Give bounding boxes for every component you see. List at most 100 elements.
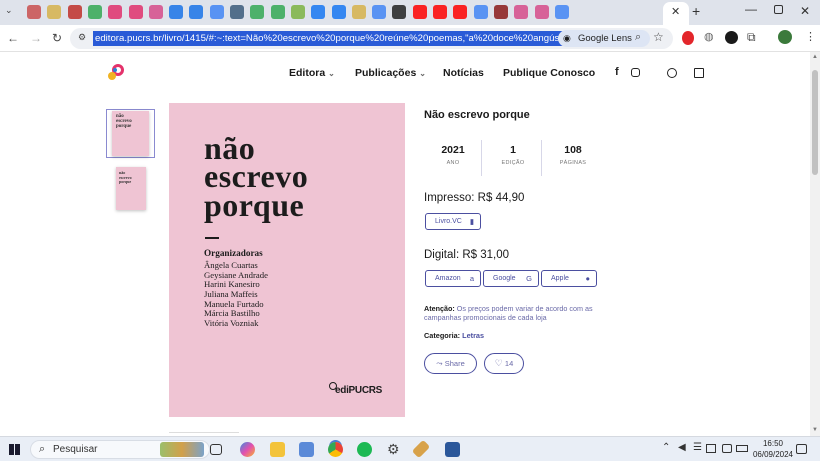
notification-icon[interactable] <box>796 444 807 454</box>
thumbnail-back[interactable]: não escrevo porque <box>116 167 146 210</box>
like-count: 14 <box>504 359 514 368</box>
settings-gear-icon[interactable]: ⚙ <box>387 442 402 457</box>
spotify-icon[interactable] <box>357 442 372 457</box>
thumbnail-front[interactable]: não escrevo porque <box>112 111 149 156</box>
tab-favicon[interactable] <box>250 5 265 19</box>
tab-favicon[interactable] <box>473 5 488 19</box>
file-explorer-icon[interactable] <box>270 442 285 457</box>
tab-favicon[interactable] <box>311 5 326 19</box>
app-icon[interactable] <box>299 442 314 457</box>
back-icon[interactable]: ← <box>7 31 19 45</box>
scroll-up-arrow[interactable]: ▲ <box>812 54 818 60</box>
store-apple-button[interactable]: Apple ● <box>541 270 597 287</box>
tab-favicon[interactable] <box>230 5 244 19</box>
scrollbar-thumb[interactable] <box>812 70 818 175</box>
word-icon[interactable] <box>445 442 460 457</box>
extension-globe-icon[interactable]: ◍ <box>704 30 714 43</box>
tab-favicon[interactable] <box>453 5 468 19</box>
taskbar-date[interactable]: 06/09/2024 <box>752 450 794 459</box>
stat-year-value: 2021 <box>441 144 465 156</box>
category-link[interactable]: Letras <box>462 331 484 340</box>
profile-avatar[interactable] <box>778 30 792 44</box>
forward-icon[interactable]: → <box>30 31 42 45</box>
tab-favicon[interactable] <box>290 5 305 19</box>
tab-favicon[interactable] <box>108 5 123 19</box>
tab-favicon[interactable] <box>372 5 387 19</box>
store-google-button[interactable]: Google G <box>483 270 539 287</box>
windows-start-icon[interactable] <box>9 444 20 455</box>
tab-favicon[interactable] <box>351 5 366 19</box>
cart-icon[interactable] <box>694 68 704 78</box>
tab-favicon[interactable] <box>87 5 102 19</box>
tab-favicon[interactable] <box>392 5 407 19</box>
chrome-icon[interactable] <box>328 442 343 457</box>
tab-favicon[interactable] <box>209 5 224 19</box>
taskbar-time[interactable]: 16:50 <box>758 439 788 448</box>
tab-favicon[interactable] <box>47 5 62 19</box>
google-icon: G <box>526 274 532 283</box>
volume-icon[interactable]: ◀ <box>678 442 686 453</box>
tab-favicon[interactable] <box>493 5 508 19</box>
web-page: Editora ⌄ Publicações ⌄ Notícias Publiqu… <box>0 52 810 436</box>
scroll-down-arrow[interactable]: ▼ <box>812 427 818 433</box>
window-close-icon[interactable]: ✕ <box>800 4 810 18</box>
tab-favicon[interactable] <box>189 5 204 19</box>
nav-publique-conosco[interactable]: Publique Conosco <box>503 67 595 79</box>
windows-taskbar: ⌕ Pesquisar ⚙ ⌃ ◀ ☰ 16:50 06/09/2024 <box>0 436 820 461</box>
reload-icon[interactable]: ↻ <box>52 31 62 45</box>
tab-favicon[interactable] <box>128 5 143 19</box>
edipucrs-logo[interactable] <box>108 64 124 80</box>
task-view-icon[interactable] <box>210 444 222 455</box>
nav-editora-label: Editora <box>289 67 326 79</box>
taskbar-search-placeholder: Pesquisar <box>53 444 98 455</box>
tab-favicon[interactable] <box>514 5 529 19</box>
category: Categoria: Letras <box>424 331 484 340</box>
facebook-icon[interactable]: f <box>615 66 619 78</box>
tab-favicon[interactable] <box>534 5 549 19</box>
organizer-7: Vitória Vozniak <box>204 318 259 328</box>
store-apple-label: Apple <box>551 275 569 282</box>
nav-noticias[interactable]: Notícias <box>443 67 484 79</box>
site-info-icon[interactable]: ⚙ <box>78 32 86 43</box>
tab-search-icon[interactable]: ⌄ <box>5 5 13 16</box>
store-livrovc-button[interactable]: Livro.VC ▮ <box>425 213 481 230</box>
tab-favicon[interactable] <box>148 5 163 19</box>
page-scrollbar[interactable]: ▲ ▼ <box>810 52 820 436</box>
tray-icon-2[interactable] <box>722 444 732 453</box>
tray-chevron-icon[interactable]: ⌃ <box>662 442 670 453</box>
instagram-icon[interactable] <box>631 68 640 77</box>
thumbnail-title: não escrevo porque <box>116 114 132 129</box>
tray-icon-1[interactable] <box>706 444 716 453</box>
bookmark-star-icon[interactable]: ☆ <box>653 30 664 44</box>
address-bar[interactable]: ⚙ editora.pucrs.br/livro/1415/#:~:text=N… <box>70 28 673 49</box>
search-icon[interactable] <box>667 68 677 78</box>
store-amazon-button[interactable]: Amazon a <box>425 270 481 287</box>
tab-favicon[interactable] <box>169 5 184 19</box>
network-icon[interactable]: ☰ <box>693 442 702 453</box>
url-text[interactable]: editora.pucrs.br/livro/1415/#:~:text=Não… <box>93 31 628 46</box>
extension-red-icon[interactable] <box>682 31 694 45</box>
extensions-puzzle-icon[interactable]: ⧉ <box>747 30 756 45</box>
menu-kebab-icon[interactable]: ⋮ <box>805 30 816 43</box>
maximize-icon[interactable] <box>774 5 783 14</box>
extension-a-icon[interactable] <box>725 31 738 44</box>
share-icon: ⤳ <box>436 359 443 368</box>
minimize-icon[interactable]: — <box>745 2 757 16</box>
battery-icon[interactable] <box>736 445 748 452</box>
new-tab-icon[interactable]: + <box>692 3 700 19</box>
tab-favicon[interactable] <box>412 5 427 19</box>
nav-publicacoes[interactable]: Publicações ⌄ <box>355 67 426 79</box>
tab-favicon[interactable] <box>433 5 447 19</box>
tab-favicon[interactable] <box>67 5 82 19</box>
zoom-icon[interactable]: ⌕ <box>635 31 641 44</box>
nav-editora[interactable]: Editora ⌄ <box>289 67 335 79</box>
copilot-icon[interactable] <box>240 442 255 457</box>
tab-favicon[interactable] <box>270 5 285 19</box>
close-tab-icon[interactable]: ✕ <box>671 5 680 18</box>
tab-favicon[interactable] <box>554 5 569 19</box>
share-button[interactable]: ⤳ Share <box>424 353 477 374</box>
tab-favicon[interactable] <box>331 5 346 19</box>
app-pen-icon[interactable] <box>411 439 431 459</box>
tab-favicon[interactable] <box>27 5 41 19</box>
like-button[interactable]: ♡ 14 <box>484 353 524 374</box>
